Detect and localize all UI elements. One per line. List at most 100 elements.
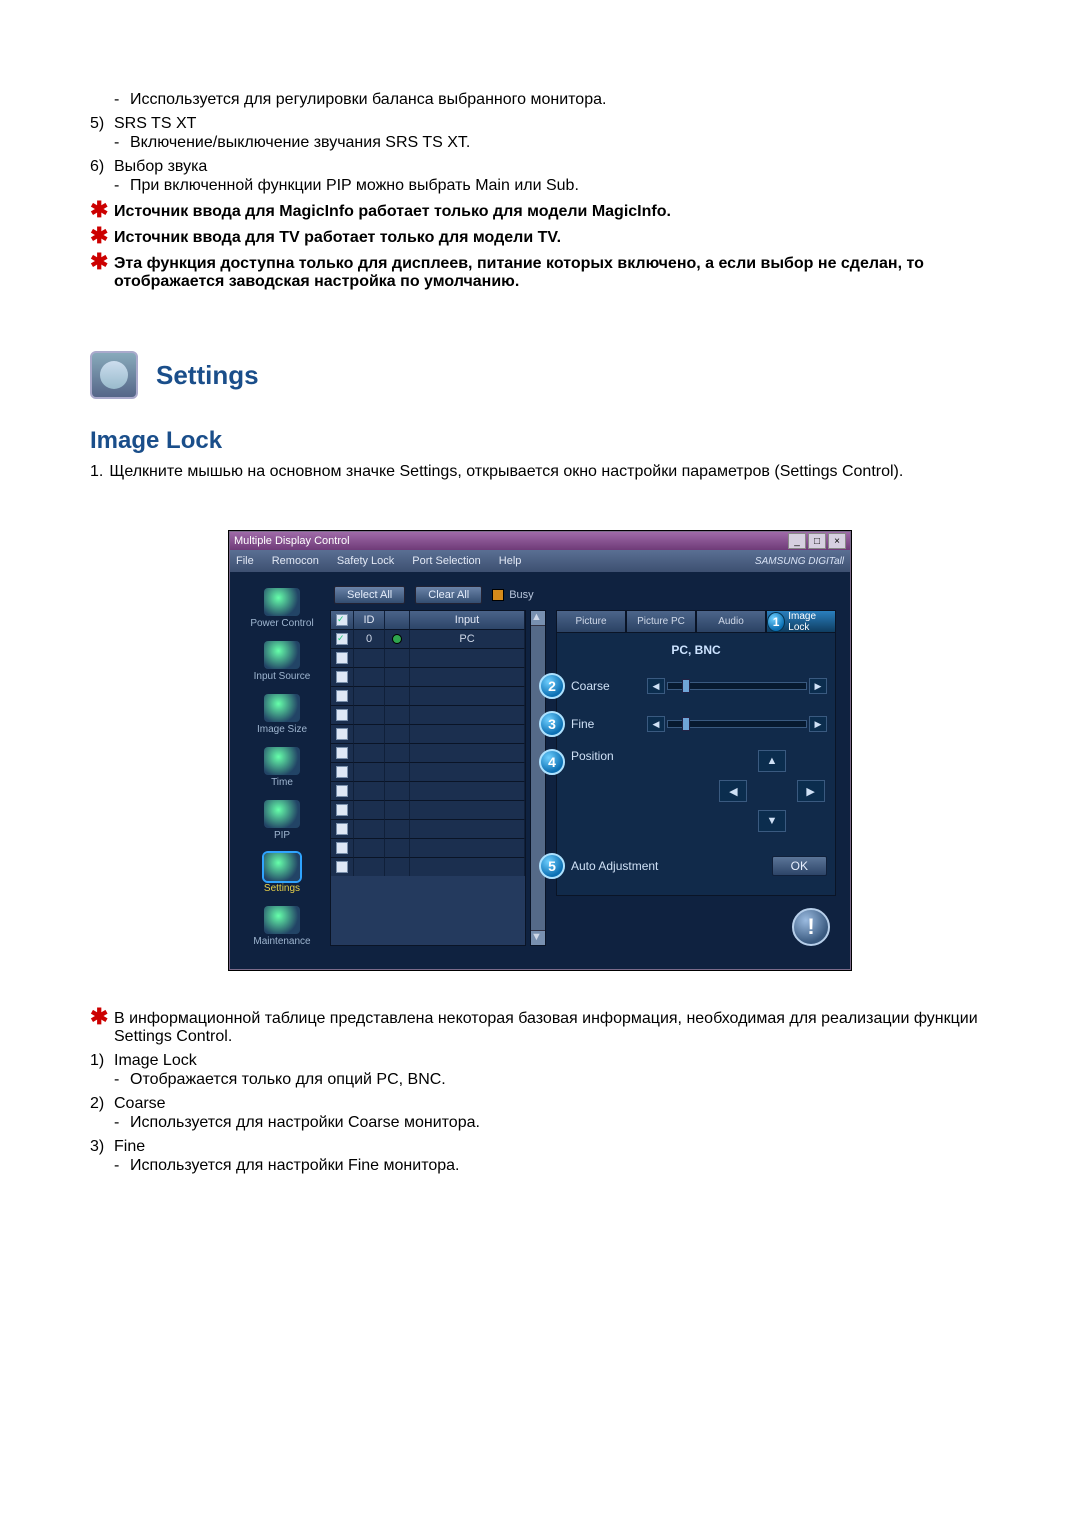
post-item-1-sub: - Отображается только для опций PC, BNC. (114, 1071, 990, 1089)
fine-label: Fine (571, 717, 641, 731)
close-button[interactable]: × (828, 533, 846, 549)
row-input: PC (410, 629, 525, 648)
coarse-slider[interactable]: ◀ ▶ (647, 678, 827, 694)
select-all-button[interactable]: Select All (334, 586, 405, 604)
tab-image-lock[interactable]: 1 Image Lock (766, 610, 836, 632)
table-row[interactable]: 0 PC (331, 629, 525, 648)
power-icon (264, 588, 300, 616)
panel-tabs: Picture Picture PC Audio 1 Image Lock (556, 610, 836, 632)
scroll-down-button[interactable]: ▼ (531, 930, 545, 945)
position-down-button[interactable]: ▼ (758, 810, 786, 832)
settings-header-icon (90, 351, 138, 399)
display-list: ID Input 0 PC (330, 610, 836, 946)
time-icon (264, 747, 300, 775)
col-id[interactable]: ID (354, 611, 385, 629)
coarse-increase-button[interactable]: ▶ (809, 678, 827, 694)
section-title: Settings (156, 360, 259, 391)
fine-decrease-button[interactable]: ◀ (647, 716, 665, 732)
item-5-title: SRS TS XT (114, 115, 990, 133)
position-label: Position (571, 749, 641, 763)
tab-audio[interactable]: Audio (696, 610, 766, 632)
sidebar-item-maintenance[interactable]: Maintenance (240, 904, 324, 951)
restore-button[interactable]: □ (808, 533, 826, 549)
settings-icon (264, 853, 300, 881)
pip-icon (264, 800, 300, 828)
post-item-1: 1) Image Lock (90, 1052, 990, 1070)
row-checkbox[interactable] (336, 633, 348, 645)
col-status[interactable] (385, 611, 410, 629)
callout-4-icon: 4 (539, 749, 565, 775)
callout-1-icon: 1 (767, 612, 785, 632)
panel-head: PC, BNC (565, 643, 827, 657)
fine-row: 3 Fine ◀ ▶ (565, 711, 827, 737)
col-check[interactable] (331, 611, 354, 629)
callout-5-icon: 5 (539, 853, 565, 879)
note-tv: ✱ Источник ввода для TV работает только … (90, 229, 990, 247)
auto-adjustment-label: Auto Adjustment (571, 859, 681, 873)
star-icon: ✱ (90, 1008, 114, 1026)
clear-all-button[interactable]: Clear All (415, 586, 482, 604)
status-dot-icon (392, 634, 402, 644)
item-5-desc: Включение/выключение звучания SRS TS XT. (130, 134, 470, 152)
maintenance-icon (264, 906, 300, 934)
sidebar-item-power-control[interactable]: Power Control (240, 586, 324, 633)
position-up-button[interactable]: ▲ (758, 750, 786, 772)
balance-desc: - Исспользуется для регулировки баланса … (114, 91, 990, 109)
star-icon: ✱ (90, 227, 114, 245)
position-right-button[interactable]: ▶ (797, 780, 825, 802)
tab-picture-pc[interactable]: Picture PC (626, 610, 696, 632)
info-icon[interactable]: ! (792, 908, 830, 946)
coarse-decrease-button[interactable]: ◀ (647, 678, 665, 694)
position-pad: ▲ ◀ ▶ ▼ (717, 749, 827, 833)
center-area: Select All Clear All Busy ID (330, 586, 836, 951)
item-6-sub: - При включенной функции PIP можно выбра… (114, 177, 990, 195)
menu-file[interactable]: File (236, 555, 254, 567)
image-size-icon (264, 694, 300, 722)
col-input[interactable]: Input (410, 611, 525, 629)
sidebar-item-input-source[interactable]: Input Source (240, 639, 324, 686)
screenshot: Multiple Display Control _ □ × File Remo… (90, 531, 990, 970)
sidebar-item-time[interactable]: Time (240, 745, 324, 792)
section-header: Settings (90, 351, 990, 399)
tab-picture[interactable]: Picture (556, 610, 626, 632)
item-6-title: Выбор звука (114, 158, 990, 176)
post-item-3: 3) Fine (90, 1138, 990, 1156)
item-6-num: 6) (90, 158, 114, 176)
menu-remocon[interactable]: Remocon (272, 555, 319, 567)
callout-2-icon: 2 (539, 673, 565, 699)
item-5-sub: - Включение/выключение звучания SRS TS X… (114, 134, 990, 152)
sidebar-item-settings[interactable]: Settings (240, 851, 324, 898)
auto-row: 5 Auto Adjustment OK (565, 853, 827, 879)
settings-panel: Picture Picture PC Audio 1 Image Lock PC… (556, 610, 836, 946)
position-row: 4 Position ▲ ◀ ▶ (565, 749, 827, 833)
menu-safety-lock[interactable]: Safety Lock (337, 555, 394, 567)
post-item-3-sub: - Используется для настройки Fine монито… (114, 1157, 990, 1175)
item-5: 5) SRS TS XT (90, 115, 990, 133)
star-icon: ✱ (90, 253, 114, 271)
menu-bar[interactable]: File Remocon Safety Lock Port Selection … (230, 550, 850, 572)
list-scrollbar[interactable]: ▲ ▼ (530, 610, 546, 946)
coarse-row: 2 Coarse ◀ ▶ (565, 673, 827, 699)
post-note-info: ✱ В информационной таблице представлена … (90, 1010, 990, 1046)
menu-port-selection[interactable]: Port Selection (412, 555, 480, 567)
position-left-button[interactable]: ◀ (719, 780, 747, 802)
title-bar[interactable]: Multiple Display Control _ □ × (230, 532, 850, 550)
window-title: Multiple Display Control (234, 535, 350, 547)
menu-help[interactable]: Help (499, 555, 522, 567)
coarse-label: Coarse (571, 679, 641, 693)
dash: - (114, 91, 130, 109)
fine-increase-button[interactable]: ▶ (809, 716, 827, 732)
item-5-num: 5) (90, 115, 114, 133)
fine-slider[interactable]: ◀ ▶ (647, 716, 827, 732)
sidebar-item-image-size[interactable]: Image Size (240, 692, 324, 739)
post-item-2-sub: - Используется для настройки Coarse мони… (114, 1114, 990, 1132)
balance-desc-text: Исспользуется для регулировки баланса вы… (130, 91, 606, 109)
sidebar-item-pip[interactable]: PIP (240, 798, 324, 845)
display-grid[interactable]: ID Input 0 PC (330, 610, 526, 946)
scroll-up-button[interactable]: ▲ (531, 611, 545, 626)
ok-button[interactable]: OK (772, 856, 827, 876)
sidebar: Power Control Input Source Image Size Ti… (234, 586, 330, 951)
subhead-image-lock: Image Lock (90, 427, 990, 455)
minimize-button[interactable]: _ (788, 533, 806, 549)
busy-indicator: Busy (492, 589, 533, 601)
